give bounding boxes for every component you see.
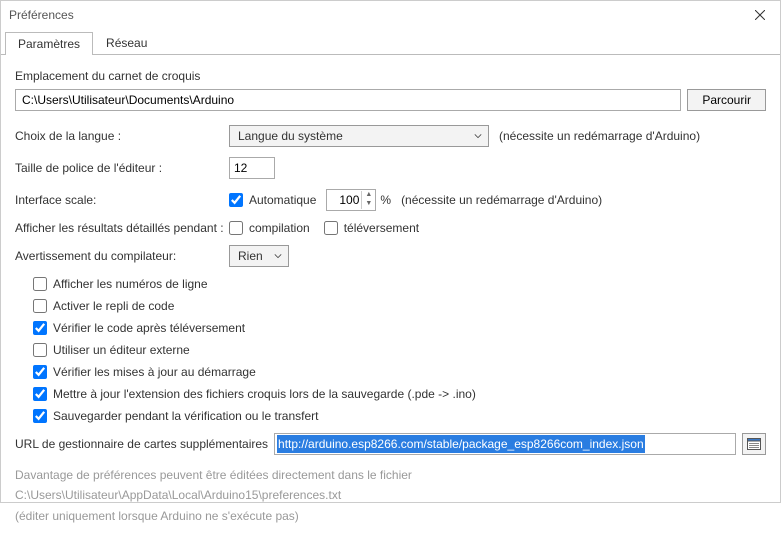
spin-down-icon[interactable]: ▼ <box>362 200 375 209</box>
scale-label: Interface scale: <box>15 193 229 207</box>
close-button[interactable] <box>740 1 780 29</box>
check-verify-upload[interactable]: Vérifier le code après téléversement <box>33 321 766 335</box>
scale-pct: % <box>380 193 391 207</box>
verbose-label: Afficher les résultats détaillés pendant… <box>15 221 229 235</box>
warnings-value: Rien <box>238 249 263 263</box>
footnote: Davantage de préférences peuvent être éd… <box>15 465 766 526</box>
footnote-line1: Davantage de préférences peuvent être éd… <box>15 465 766 485</box>
verbose-compile-checkbox[interactable]: compilation <box>229 221 310 235</box>
window-list-icon <box>747 438 761 450</box>
scale-spinbox[interactable]: ▲▼ <box>326 189 376 211</box>
warnings-label: Avertissement du compilateur: <box>15 249 229 263</box>
sketchbook-path-input[interactable] <box>15 89 681 111</box>
check-save-verify[interactable]: Sauvegarder pendant la vérification ou l… <box>33 409 766 423</box>
boards-url-input[interactable]: http://arduino.esp8266.com/stable/packag… <box>274 433 736 455</box>
sketchbook-label: Emplacement du carnet de croquis <box>15 69 766 83</box>
fontsize-label: Taille de police de l'éditeur : <box>15 161 229 175</box>
boards-url-edit-button[interactable] <box>742 433 766 455</box>
scale-hint: (nécessite un redémarrage d'Arduino) <box>401 193 602 207</box>
spin-up-icon[interactable]: ▲ <box>362 191 375 200</box>
language-value: Langue du système <box>238 129 343 143</box>
language-label: Choix de la langue : <box>15 129 229 143</box>
language-select[interactable]: Langue du système <box>229 125 489 147</box>
check-linenumbers[interactable]: Afficher les numéros de ligne <box>33 277 766 291</box>
check-updates[interactable]: Vérifier les mises à jour au démarrage <box>33 365 766 379</box>
warnings-select[interactable]: Rien <box>229 245 289 267</box>
boards-url-value: http://arduino.esp8266.com/stable/packag… <box>277 435 645 453</box>
chevron-down-icon <box>274 252 282 260</box>
scale-auto-checkbox[interactable]: Automatique <box>229 193 316 207</box>
tab-network[interactable]: Réseau <box>93 31 160 54</box>
window-title: Préférences <box>9 8 74 22</box>
verbose-upload-checkbox[interactable]: téléversement <box>324 221 419 235</box>
browse-button[interactable]: Parcourir <box>687 89 766 111</box>
check-update-ext[interactable]: Mettre à jour l'extension des fichiers c… <box>33 387 766 401</box>
tab-settings[interactable]: Paramètres <box>5 32 93 55</box>
check-external-editor[interactable]: Utiliser un éditeur externe <box>33 343 766 357</box>
footnote-line3: (éditer uniquement lorsque Arduino ne s'… <box>15 506 766 526</box>
tabs: Paramètres Réseau <box>1 31 780 55</box>
scale-value-input[interactable] <box>327 191 361 209</box>
boards-url-label: URL de gestionnaire de cartes supplément… <box>15 437 268 451</box>
language-hint: (nécessite un redémarrage d'Arduino) <box>499 129 700 143</box>
chevron-down-icon <box>474 132 482 140</box>
fontsize-input[interactable] <box>229 157 275 179</box>
check-codefold[interactable]: Activer le repli de code <box>33 299 766 313</box>
titlebar: Préférences <box>1 1 780 29</box>
